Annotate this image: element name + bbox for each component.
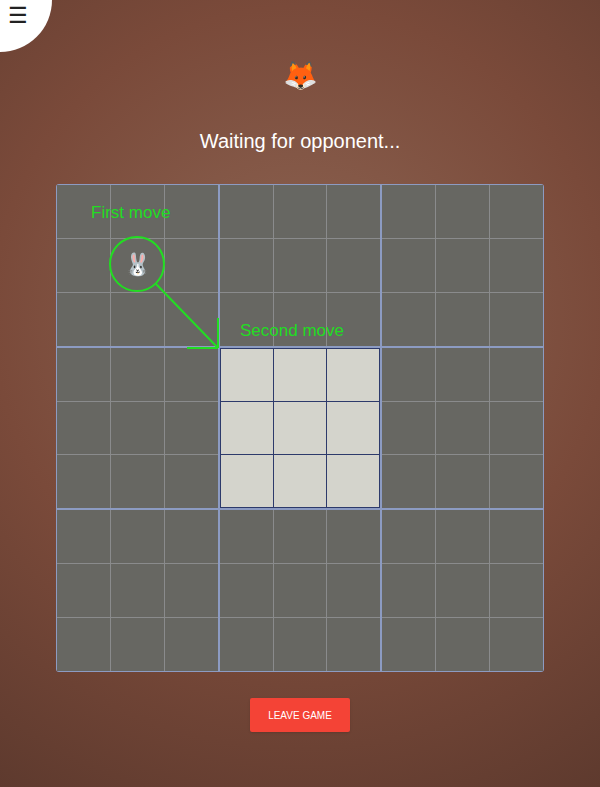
board-cell[interactable] <box>165 564 218 617</box>
board-cell[interactable] <box>220 239 273 292</box>
board-cell[interactable] <box>436 185 489 238</box>
board-cell[interactable] <box>165 455 218 508</box>
board-cell[interactable] <box>382 510 435 563</box>
board-cell[interactable] <box>165 510 218 563</box>
board-cell[interactable] <box>327 510 380 563</box>
board-cell[interactable] <box>382 618 435 671</box>
board-cell[interactable] <box>165 185 218 238</box>
board-cell[interactable] <box>436 402 489 455</box>
game-board-wrapper: 🐰 First move Second move <box>56 184 544 672</box>
board-cell[interactable] <box>327 239 380 292</box>
leave-game-button[interactable]: LEAVE GAME <box>250 698 350 732</box>
board-cell[interactable] <box>490 402 543 455</box>
board-cell[interactable] <box>436 564 489 617</box>
board-cell[interactable] <box>382 348 435 401</box>
board-cell[interactable] <box>327 402 379 454</box>
board-cell[interactable] <box>274 239 327 292</box>
player-avatar: 🦊 <box>283 60 318 92</box>
board-cell[interactable] <box>57 348 110 401</box>
board-cell[interactable] <box>165 618 218 671</box>
sub-board <box>57 348 218 509</box>
board-cell[interactable] <box>436 510 489 563</box>
board-cell[interactable] <box>111 618 164 671</box>
sub-board <box>382 185 543 346</box>
board-cell[interactable] <box>57 618 110 671</box>
board-cell[interactable] <box>382 239 435 292</box>
board-cell[interactable] <box>165 402 218 455</box>
board-cell[interactable] <box>490 455 543 508</box>
board-cell[interactable] <box>490 564 543 617</box>
board-cell[interactable] <box>327 618 380 671</box>
board-cell[interactable] <box>436 293 489 346</box>
board-cell[interactable] <box>274 349 326 401</box>
board-cell[interactable] <box>327 455 379 507</box>
board-cell[interactable] <box>111 510 164 563</box>
board-cell[interactable] <box>490 618 543 671</box>
sub-board <box>220 348 381 509</box>
board-cell[interactable] <box>165 348 218 401</box>
board-cell[interactable] <box>111 564 164 617</box>
board-cell[interactable] <box>274 402 326 454</box>
annotation-label: First move <box>91 202 170 224</box>
board-cell[interactable] <box>220 185 273 238</box>
board-cell[interactable] <box>165 293 218 346</box>
board-cell[interactable] <box>274 618 327 671</box>
board-cell[interactable] <box>327 564 380 617</box>
board-cell[interactable] <box>111 455 164 508</box>
board-cell[interactable] <box>57 402 110 455</box>
board-cell[interactable] <box>382 564 435 617</box>
board-cell[interactable] <box>327 349 379 401</box>
board-cell[interactable] <box>436 618 489 671</box>
board-cell[interactable] <box>274 564 327 617</box>
board-cell[interactable] <box>490 185 543 238</box>
board-cell[interactable] <box>57 510 110 563</box>
board-cell[interactable] <box>221 455 273 507</box>
menu-button[interactable]: ☰ <box>0 0 52 52</box>
board-cell[interactable] <box>382 293 435 346</box>
sub-board <box>382 348 543 509</box>
board-cell[interactable] <box>382 402 435 455</box>
annotation-arrow-icon <box>56 184 544 672</box>
board-cell[interactable] <box>274 510 327 563</box>
board-cell[interactable] <box>490 348 543 401</box>
board-cell[interactable] <box>436 239 489 292</box>
status-text: Waiting for opponent... <box>200 127 401 155</box>
board-cell[interactable] <box>327 185 380 238</box>
board-cell[interactable] <box>382 185 435 238</box>
game-board: 🐰 <box>56 184 544 672</box>
sub-board <box>382 510 543 671</box>
game-screen: ☰ 🦊 Waiting for opponent... 🐰 First move Seco… <box>0 0 600 787</box>
board-cell[interactable] <box>490 293 543 346</box>
board-cell[interactable] <box>220 510 273 563</box>
board-cell[interactable] <box>221 349 273 401</box>
board-cell[interactable] <box>436 348 489 401</box>
board-cell[interactable] <box>111 402 164 455</box>
board-cell[interactable] <box>382 455 435 508</box>
board-cell[interactable] <box>221 402 273 454</box>
board-cell[interactable] <box>436 455 489 508</box>
board-cell[interactable] <box>57 239 110 292</box>
board-cell[interactable] <box>111 348 164 401</box>
sub-board <box>220 510 381 671</box>
board-cell[interactable] <box>57 564 110 617</box>
board-cell[interactable] <box>490 510 543 563</box>
board-cell[interactable] <box>220 618 273 671</box>
board-cell[interactable] <box>111 293 164 346</box>
board-cell[interactable] <box>57 293 110 346</box>
board-cell[interactable] <box>220 564 273 617</box>
board-cell[interactable] <box>57 455 110 508</box>
sub-board <box>57 510 218 671</box>
board-cell[interactable] <box>490 239 543 292</box>
board-cell[interactable] <box>165 239 218 292</box>
menu-icon: ☰ <box>8 2 28 30</box>
board-cell[interactable] <box>274 185 327 238</box>
annotation-label: Second move <box>240 320 344 342</box>
board-cell[interactable] <box>274 455 326 507</box>
board-cell[interactable]: 🐰 <box>111 239 164 292</box>
